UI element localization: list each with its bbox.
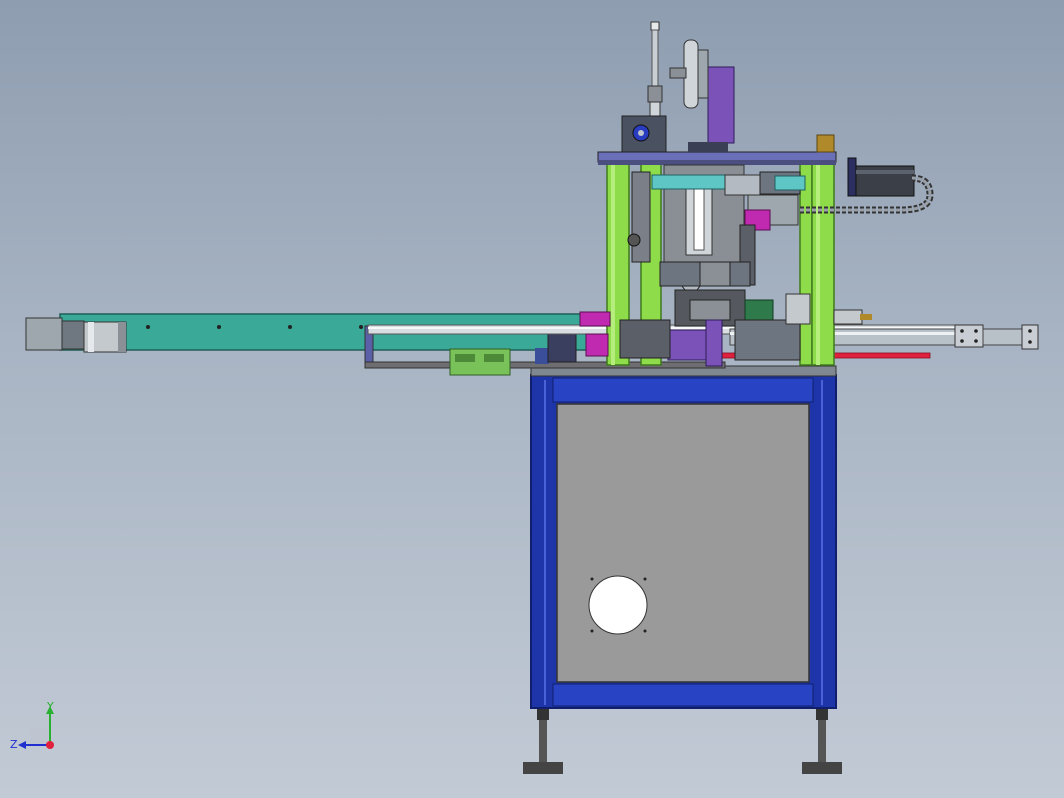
vertical-spindle	[647, 21, 663, 117]
triad-z-label: Z	[10, 738, 18, 751]
cable-port-hole	[588, 575, 648, 635]
triad-x-axis	[46, 741, 54, 749]
brass-block	[816, 134, 835, 153]
machine-drawing[interactable]: Y Z	[0, 0, 1064, 798]
coordinate-triad: Y Z	[10, 700, 54, 751]
conveyor-drive-motor	[25, 317, 127, 353]
actuator-end-block	[954, 324, 984, 348]
triad-y-label: Y	[46, 700, 54, 713]
base-cabinet[interactable]	[523, 365, 842, 774]
purple-mount-plate	[707, 66, 735, 144]
green-column-3	[799, 159, 813, 366]
triad-plane	[30, 728, 48, 746]
side-servo-motor[interactable]	[847, 157, 915, 197]
cad-viewport[interactable]: Y Z	[0, 0, 1064, 798]
cabinet-panel	[556, 403, 810, 683]
green-column-4	[811, 159, 835, 366]
wire-spool-wheel[interactable]	[669, 39, 709, 109]
actuator-end-cap	[1021, 324, 1039, 350]
upper-assembly[interactable]	[579, 21, 934, 367]
leveling-foot-left	[523, 708, 563, 774]
leveling-foot-right	[802, 708, 842, 774]
